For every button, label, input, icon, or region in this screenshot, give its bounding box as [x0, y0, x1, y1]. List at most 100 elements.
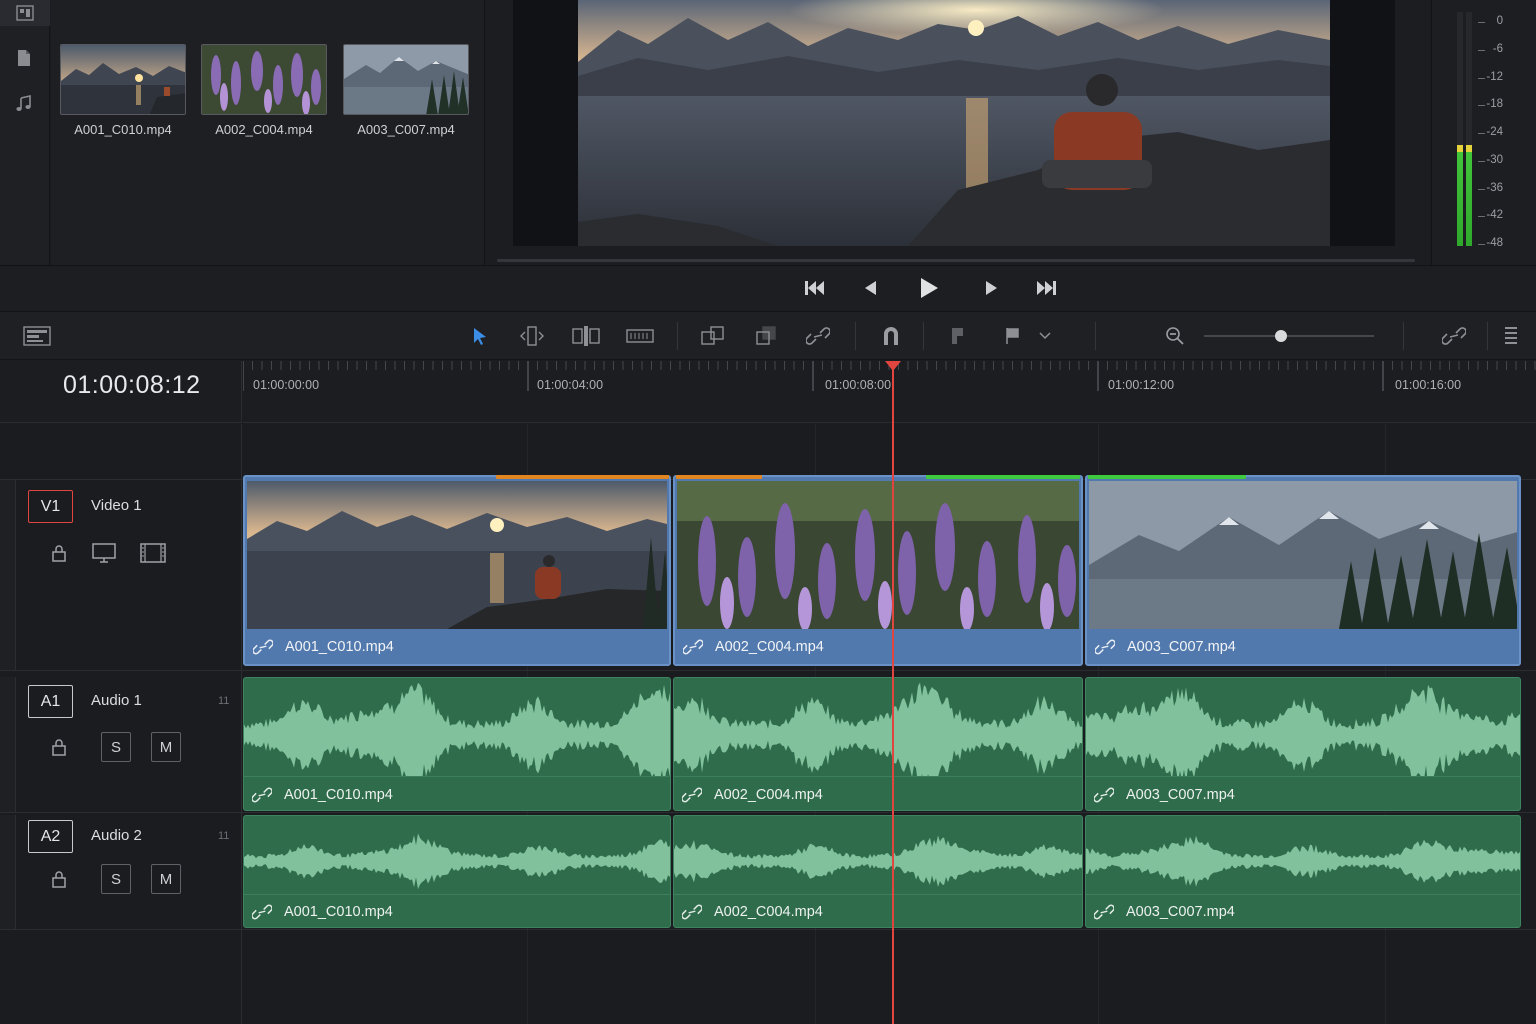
clip-name: A001_C010.mp4 — [284, 787, 393, 803]
audio-clip[interactable]: A001_C010.mp4 — [243, 677, 671, 811]
clip-label: A003_C007.mp4 — [1094, 786, 1235, 804]
dynamic-trim-button[interactable] — [571, 322, 601, 350]
audio-clip[interactable]: A002_C004.mp4 — [673, 677, 1083, 811]
media-pool-tab[interactable] — [0, 0, 50, 26]
timecode-display[interactable]: 01:00:08:12 — [20, 369, 242, 401]
track-lock-button[interactable] — [44, 864, 74, 894]
meter-tick — [1478, 105, 1485, 107]
timeline-menu-button[interactable] — [1496, 322, 1526, 350]
viewer-frame[interactable] — [513, 0, 1395, 246]
clip-divider — [244, 776, 670, 777]
overwrite-clip-button[interactable] — [752, 322, 782, 350]
timeline-view-options-button[interactable] — [22, 322, 52, 350]
zoom-out-button[interactable] — [1160, 322, 1190, 350]
waveform-shape — [674, 835, 1082, 887]
meter-scale-label: -36 — [1486, 181, 1503, 194]
selection-mode-button[interactable] — [465, 322, 495, 350]
toolbar-separator — [677, 322, 678, 350]
link-chain-icon — [683, 639, 703, 655]
dynamic-trim-icon — [572, 326, 600, 346]
skip-end-icon — [1037, 281, 1056, 295]
audio-clip[interactable]: A003_C007.mp4 — [1085, 677, 1521, 811]
meter-tick — [1478, 77, 1485, 79]
music-note-icon — [16, 95, 31, 111]
audio-clip[interactable]: A003_C007.mp4 — [1085, 815, 1521, 928]
trim-edit-mode-button[interactable] — [517, 322, 547, 350]
video-clip[interactable]: A002_C004.mp4 — [673, 475, 1083, 666]
monitor-icon — [92, 543, 116, 563]
toolbar-separator — [1403, 322, 1404, 350]
media-thumb[interactable]: A002_C004.mp4 — [201, 44, 327, 137]
overwrite-clip-icon — [756, 326, 776, 345]
link-chain-icon — [252, 787, 272, 803]
track-mute-button[interactable]: M — [151, 864, 181, 894]
link-chain-icon — [806, 327, 830, 345]
meter-scale-label: -48 — [1486, 237, 1503, 249]
play-reverse-icon — [865, 281, 876, 295]
transport-bar — [0, 266, 1536, 310]
track-video-toggle-button[interactable] — [138, 538, 168, 568]
track-lock-button[interactable] — [44, 732, 74, 762]
link-chain-icon — [682, 904, 702, 920]
track-auto-select-button[interactable] — [89, 538, 119, 568]
track-badge-a2[interactable]: A2 — [28, 820, 73, 853]
zoom-slider-track[interactable] — [1204, 335, 1374, 337]
insert-clip-icon — [701, 326, 724, 345]
track-name-audio-2[interactable]: Audio 2 — [91, 827, 142, 844]
track-name-audio-1[interactable]: Audio 1 — [91, 692, 142, 709]
snapping-button[interactable] — [876, 322, 906, 350]
audio-clip[interactable]: A001_C010.mp4 — [243, 815, 671, 928]
media-thumb[interactable]: A003_C007.mp4 — [343, 44, 469, 137]
film-strip-icon — [140, 543, 166, 563]
playhead-handle[interactable] — [885, 361, 901, 371]
clip-label: A002_C004.mp4 — [682, 786, 823, 804]
insert-clip-button[interactable] — [698, 322, 728, 350]
media-thumb[interactable]: A001_C010.mp4 — [60, 44, 186, 137]
track-solo-button[interactable]: S — [101, 864, 131, 894]
audio-tab[interactable] — [12, 92, 36, 116]
clip-thumbnail — [247, 481, 667, 629]
chevron-down-icon — [1039, 332, 1051, 340]
ruler-timecode-label: 01:00:00:00 — [253, 378, 320, 392]
step-back-button[interactable] — [857, 276, 883, 300]
lock-icon — [52, 871, 66, 888]
track-mute-button[interactable]: M — [151, 732, 181, 762]
pointer-arrow-icon — [474, 328, 486, 345]
track-badge-v1[interactable]: V1 — [28, 490, 73, 523]
step-forward-button[interactable] — [979, 276, 1005, 300]
go-to-end-button[interactable] — [1033, 276, 1059, 300]
linked-selection-button[interactable] — [943, 322, 973, 350]
menu-lines-icon — [1505, 327, 1517, 344]
clip-name: A001_C010.mp4 — [285, 639, 394, 655]
link-chain-icon — [253, 639, 273, 655]
replace-clip-button[interactable] — [803, 322, 833, 350]
clip-marker-orange — [676, 475, 762, 479]
track-badge-a1[interactable]: A1 — [28, 685, 73, 718]
play-icon — [921, 278, 938, 298]
meter-scale-label: -30 — [1486, 153, 1503, 166]
blade-edit-mode-button[interactable] — [625, 322, 655, 350]
zoom-slider-handle[interactable] — [1275, 330, 1287, 342]
media-thumb-label: A002_C004.mp4 — [215, 122, 313, 137]
magnet-icon — [884, 327, 898, 345]
track-lock-button[interactable] — [44, 538, 74, 568]
go-to-start-button[interactable] — [802, 276, 828, 300]
audio-waveform — [1086, 835, 1520, 887]
clip-label: A002_C004.mp4 — [683, 638, 824, 656]
flag-dropdown-button[interactable] — [1030, 322, 1060, 350]
flag-button[interactable] — [998, 322, 1028, 350]
waveform-shape — [674, 682, 1082, 776]
audio-waveform — [244, 682, 670, 776]
clip-label: A002_C004.mp4 — [682, 903, 823, 921]
playhead[interactable] — [892, 366, 894, 1024]
viewer-scrub-bar[interactable] — [497, 259, 1415, 262]
timeline-view-icon — [23, 326, 51, 346]
video-clip[interactable]: A001_C010.mp4 — [243, 475, 671, 666]
play-button[interactable] — [916, 276, 942, 300]
track-name-video-1[interactable]: Video 1 — [91, 497, 142, 514]
file-tab[interactable] — [12, 46, 36, 70]
link-clips-button[interactable] — [1439, 322, 1469, 350]
audio-clip[interactable]: A002_C004.mp4 — [673, 815, 1083, 928]
track-solo-button[interactable]: S — [101, 732, 131, 762]
video-clip[interactable]: A003_C007.mp4 — [1085, 475, 1521, 666]
